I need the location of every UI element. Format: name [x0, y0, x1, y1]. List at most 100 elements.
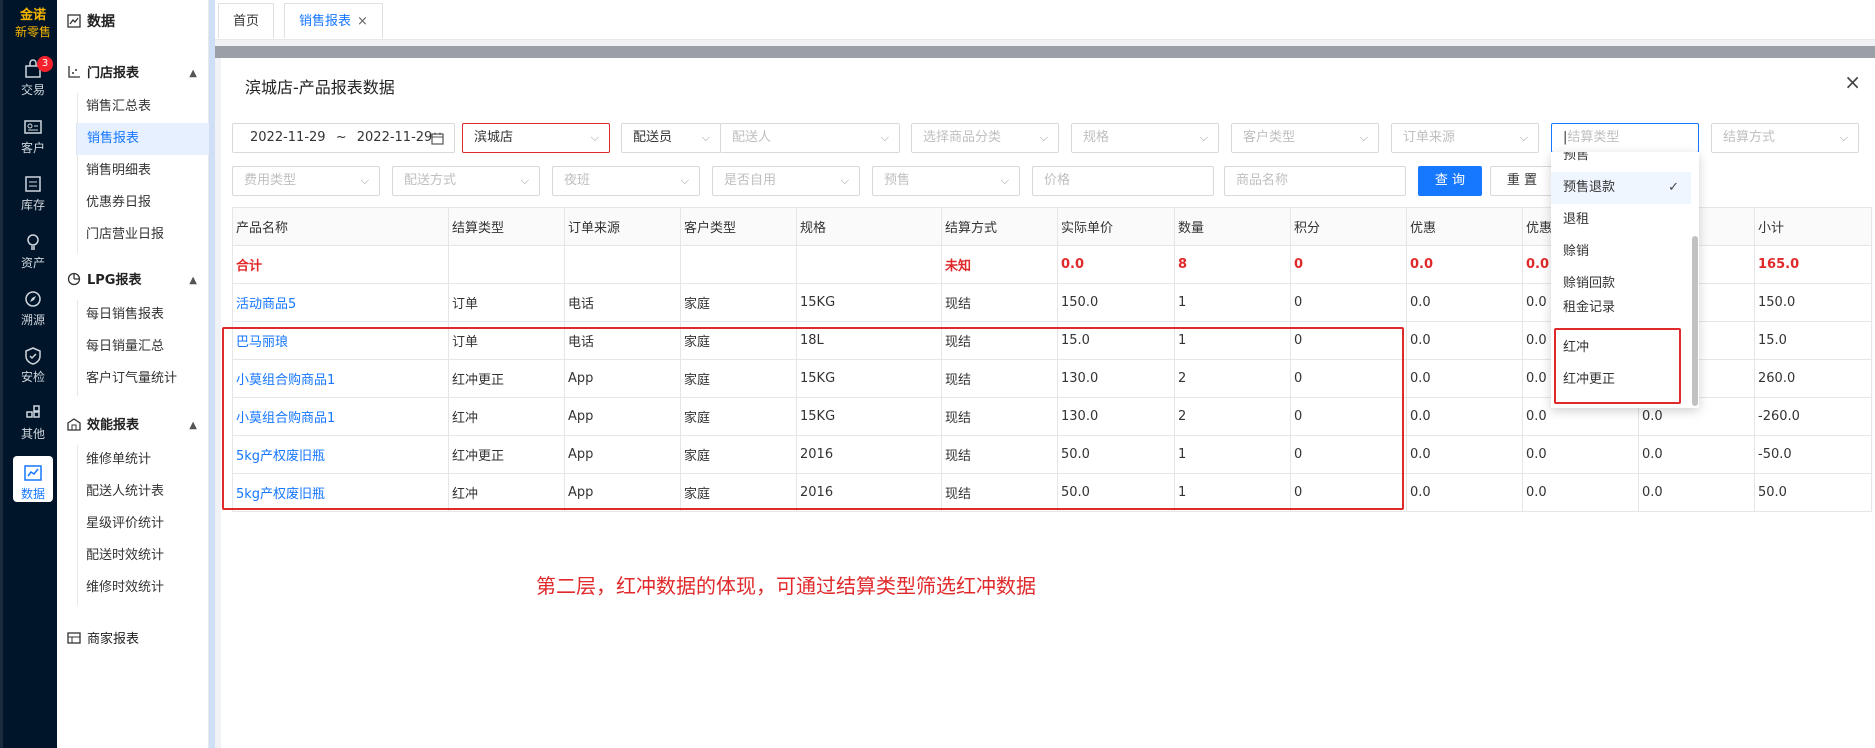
dropdown-scrollbar[interactable] — [1692, 236, 1698, 406]
settle-type-select[interactable]: |结算类型 — [1551, 123, 1699, 153]
chevron-up-icon: ▲ — [189, 420, 197, 431]
column-header[interactable]: 规格 — [796, 207, 942, 246]
tab-home[interactable]: 首页 — [218, 3, 275, 38]
compass-icon — [25, 291, 41, 307]
price-input[interactable]: 价格 — [1032, 166, 1214, 196]
rail-item-customer[interactable]: 客户 — [6, 110, 60, 162]
rail-item-inventory[interactable]: 库存 — [6, 167, 60, 219]
highlight-box — [222, 327, 1404, 510]
table-cell: 合计 — [232, 245, 449, 284]
apps-icon — [26, 405, 40, 418]
sidebar-item-repair-time[interactable]: 维修时效统计 — [76, 572, 209, 604]
sidebar-item-repair-stats[interactable]: 维修单统计 — [76, 444, 209, 476]
table-cell: 15.0 — [1754, 321, 1872, 360]
column-header[interactable]: 数量 — [1174, 207, 1291, 246]
table-cell: 0.0 — [1406, 359, 1523, 398]
sidebar-item-daily-sales[interactable]: 每日销售报表 — [76, 299, 209, 331]
column-header[interactable]: 小计 — [1754, 207, 1872, 246]
sidebar-group-lpg-reports[interactable]: LPG报表 ▲ — [57, 265, 209, 297]
dropdown-option[interactable]: 租金记录 — [1551, 296, 1691, 316]
deliver-person-select[interactable]: 配送人 ⌵ — [720, 123, 900, 153]
category-select[interactable]: 选择商品分类 ⌵ — [911, 123, 1059, 153]
customer-type-select[interactable]: 客户类型 ⌵ — [1231, 123, 1379, 153]
chevron-down-icon: ⌵ — [590, 131, 599, 144]
spec-select[interactable]: 规格 ⌵ — [1071, 123, 1219, 153]
store-value: 滨城店 — [474, 130, 514, 145]
sidebar-item-deliverer-stats[interactable]: 配送人统计表 — [76, 476, 209, 508]
date-separator: ~ — [335, 130, 347, 145]
deliver-type-select[interactable]: 配送员 ⌵ — [621, 123, 721, 153]
rail-item-safety[interactable]: 安检 — [6, 339, 60, 391]
sidebar-group-merchant-reports[interactable]: 商家报表 — [57, 624, 209, 656]
rail-label: 资产 — [20, 256, 45, 270]
chevron-up-icon: ▲ — [189, 275, 197, 286]
column-header[interactable]: 积分 — [1290, 207, 1407, 246]
presale-select[interactable]: 预售 ⌵ — [872, 166, 1020, 196]
chevron-down-icon: ⌵ — [1199, 131, 1208, 144]
sidebar-item-delivery-time[interactable]: 配送时效统计 — [76, 540, 209, 572]
chevron-down-icon: ⌵ — [1519, 131, 1528, 144]
column-header[interactable]: 订单来源 — [564, 207, 681, 246]
dropdown-option-selected[interactable]: 预售退款 ✓ — [1551, 172, 1691, 204]
rail-item-data[interactable]: 数据 — [13, 456, 53, 502]
line-chart-icon — [24, 465, 42, 481]
column-header[interactable]: 实际单价 — [1057, 207, 1175, 246]
table-cell: 0 — [1290, 283, 1407, 322]
chevron-down-icon: ⌵ — [360, 174, 369, 187]
night-shift-select[interactable]: 夜班 ⌵ — [552, 166, 700, 196]
sidebar-item-store-daily[interactable]: 门店营业日报 — [76, 219, 209, 251]
column-header[interactable]: 结算类型 — [448, 207, 565, 246]
column-header[interactable]: 结算方式 — [941, 207, 1058, 246]
sidebar-item-sales-detail[interactable]: 销售明细表 — [76, 155, 209, 187]
sidebar-item-customer-gas[interactable]: 客户订气量统计 — [76, 363, 209, 395]
chevron-down-icon: ⌵ — [680, 174, 689, 187]
date-range-picker[interactable]: 2022-11-29 ~ 2022-11-29 — [232, 123, 455, 153]
sidebar-item-coupon-daily[interactable]: 优惠券日报 — [76, 187, 209, 219]
rail-label: 数据 — [20, 487, 45, 501]
dropdown-option[interactable]: 退租 — [1551, 204, 1691, 236]
column-header[interactable]: 优惠 — [1406, 207, 1523, 246]
table-cell: 0.0 — [1638, 435, 1755, 474]
settle-method-select[interactable]: 结算方式 ⌵ — [1711, 123, 1859, 153]
reset-button[interactable]: 重 置 — [1490, 166, 1554, 196]
column-header[interactable]: 产品名称 — [232, 207, 449, 246]
rail-item-assets[interactable]: 资产 — [6, 225, 60, 277]
table-cell: 15KG — [796, 283, 942, 322]
chevron-down-icon: ⌵ — [840, 174, 849, 187]
product-name-placeholder: 商品名称 — [1236, 173, 1289, 188]
table-cell: 0.0 — [1406, 245, 1523, 284]
inventory-icon — [25, 176, 41, 192]
rail-item-trace[interactable]: 溯源 — [6, 282, 60, 334]
dropdown-option[interactable]: 预售 — [1551, 152, 1691, 172]
sidebar-group-efficiency-reports[interactable]: 效能报表 ▲ — [57, 410, 209, 442]
table-cell — [796, 245, 942, 284]
store-select[interactable]: 滨城店 ⌵ — [462, 123, 610, 153]
sidebar-item-sales-report[interactable]: 销售报表 — [76, 123, 209, 155]
sidebar-item-rating-stats[interactable]: 星级评价统计 — [76, 508, 209, 540]
chevron-down-icon: ⌵ — [701, 131, 710, 144]
dropdown-option[interactable]: 赊销 — [1551, 236, 1691, 268]
self-use-placeholder: 是否自用 — [724, 173, 777, 188]
product-name-input[interactable]: 商品名称 — [1224, 166, 1406, 196]
close-icon[interactable]: × — [1844, 70, 1861, 94]
sidebar-item-sales-summary[interactable]: 销售汇总表 — [76, 91, 209, 123]
rail-item-trade[interactable]: 3 交易 — [6, 52, 60, 104]
sidebar-group-store-reports[interactable]: 门店报表 ▲ — [57, 58, 209, 90]
order-source-placeholder: 订单来源 — [1403, 130, 1456, 145]
table-cell: 未知 — [941, 245, 1058, 284]
column-header[interactable]: 客户类型 — [680, 207, 797, 246]
order-source-select[interactable]: 订单来源 ⌵ — [1391, 123, 1539, 153]
settle-type-placeholder: 结算类型 — [1567, 130, 1620, 145]
id-card-icon — [24, 120, 42, 134]
close-icon[interactable]: × — [357, 14, 368, 29]
fee-type-select[interactable]: 费用类型 ⌵ — [232, 166, 380, 196]
self-use-select[interactable]: 是否自用 ⌵ — [712, 166, 860, 196]
rail-item-other[interactable]: 其他 — [6, 396, 60, 448]
table-cell: 150.0 — [1057, 283, 1175, 322]
presale-placeholder: 预售 — [884, 173, 911, 188]
tab-sales-report[interactable]: 销售报表 × — [284, 3, 383, 38]
sidebar-item-daily-volume[interactable]: 每日销量汇总 — [76, 331, 209, 363]
delivery-method-select[interactable]: 配送方式 ⌵ — [392, 166, 540, 196]
query-button[interactable]: 查 询 — [1418, 166, 1482, 196]
product-link[interactable]: 活动商品5 — [232, 283, 449, 322]
